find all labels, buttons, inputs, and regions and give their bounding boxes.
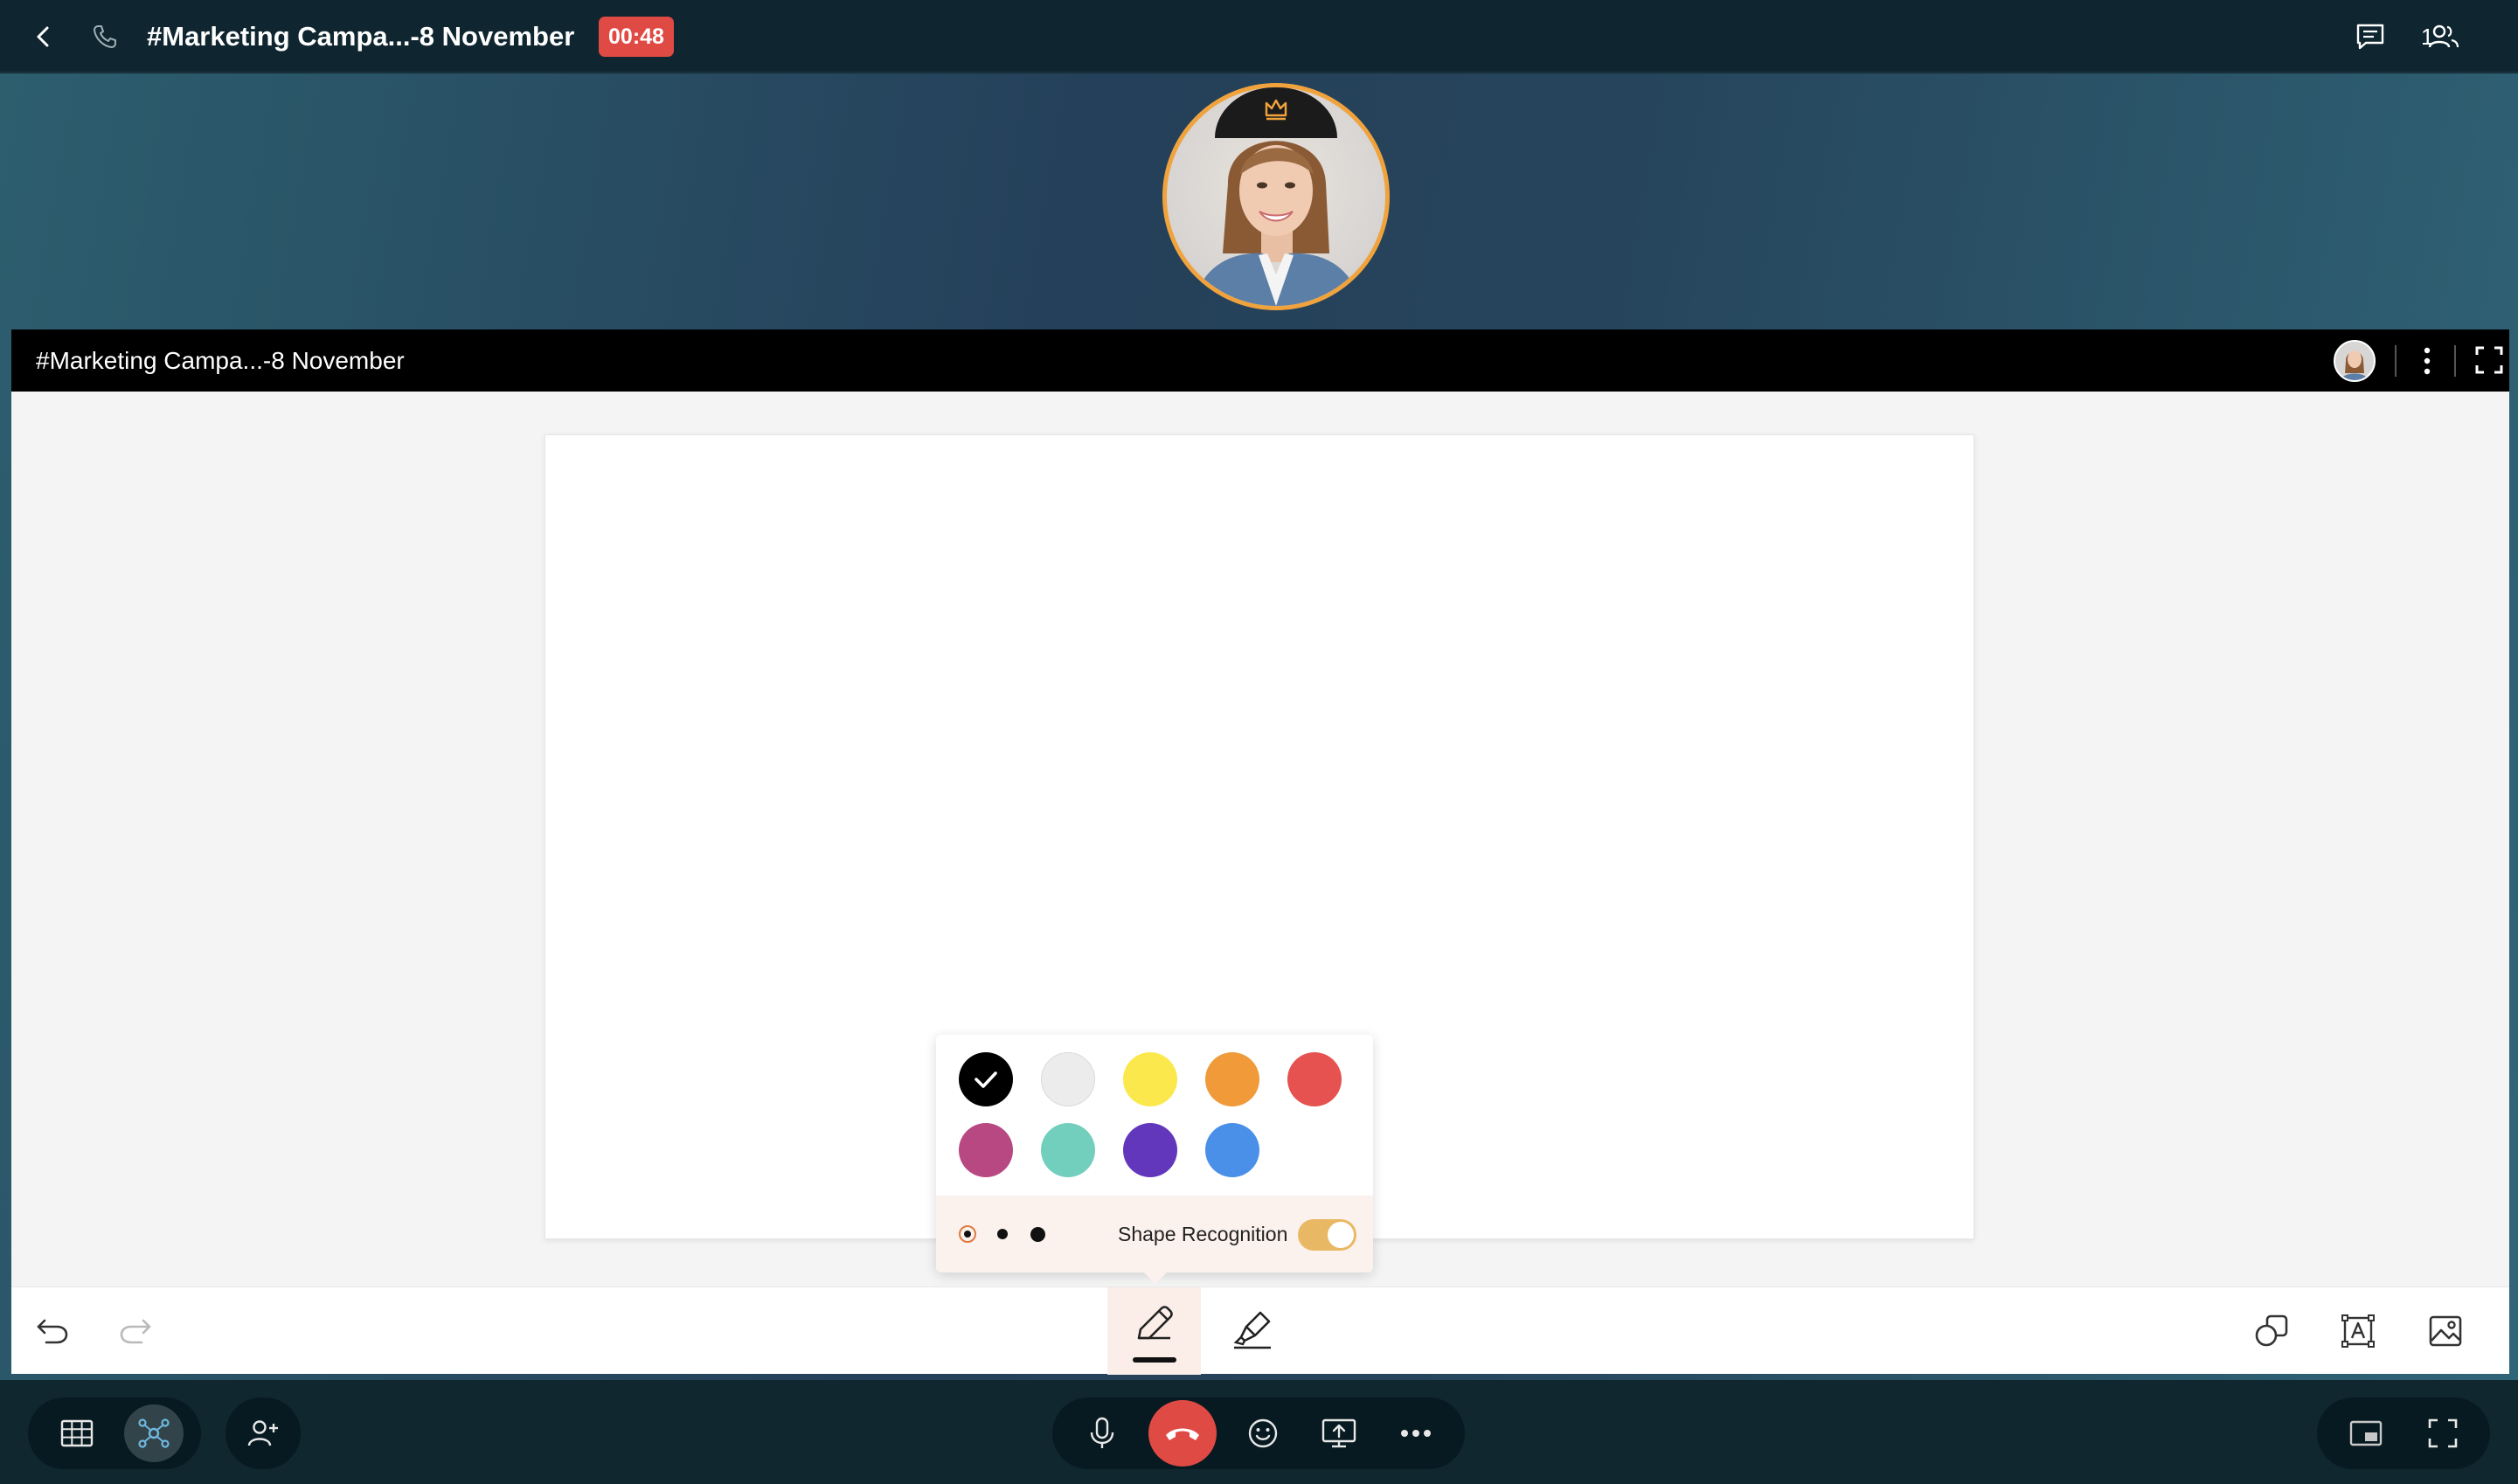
pen-icon	[1130, 1303, 1177, 1347]
popover-pointer	[1143, 1272, 1168, 1284]
color-swatch-yellow[interactable]	[1123, 1052, 1177, 1106]
highlighter-icon[interactable]	[1224, 1303, 1280, 1356]
checkmark-icon	[975, 1071, 997, 1088]
redo-icon[interactable]	[109, 1305, 162, 1357]
more-vertical-icon[interactable]	[2417, 343, 2438, 378]
grid-view-icon[interactable]	[51, 1407, 103, 1460]
view-switcher	[28, 1397, 201, 1469]
back-arrow-icon[interactable]	[23, 16, 65, 58]
toggle-knob	[1328, 1222, 1354, 1248]
microphone-icon[interactable]	[1076, 1407, 1128, 1460]
shape-recognition-label: Shape Recognition	[1118, 1223, 1288, 1245]
add-participant-icon	[237, 1407, 289, 1460]
pen-tool-button[interactable]	[1107, 1287, 1201, 1375]
call-header: #Marketing Campa...-8 November 00:48 1	[0, 0, 2518, 73]
fullscreen-icon[interactable]	[2417, 1407, 2469, 1460]
text-box-icon[interactable]	[2332, 1305, 2384, 1357]
pen-options-popover: Shape Recognition	[936, 1035, 1373, 1272]
participant-avatar[interactable]	[2334, 340, 2376, 382]
call-controls	[1052, 1397, 1465, 1469]
participant-count: 1	[2421, 24, 2434, 50]
color-swatch-light-gray[interactable]	[1041, 1052, 1095, 1106]
active-tool-indicator	[1133, 1357, 1176, 1363]
header-divider	[2395, 345, 2397, 377]
window-controls	[2317, 1397, 2490, 1469]
more-horizontal-icon[interactable]	[1390, 1407, 1442, 1460]
chat-icon[interactable]	[2349, 16, 2391, 58]
phone-icon[interactable]	[84, 16, 126, 58]
whiteboard-toolbar	[11, 1286, 2509, 1375]
add-participant-button[interactable]	[225, 1397, 301, 1469]
pen-options-footer: Shape Recognition	[936, 1196, 1373, 1272]
call-control-bar	[0, 1380, 2518, 1484]
whiteboard-title: #Marketing Campa...-8 November	[36, 347, 405, 374]
call-timer-badge: 00:48	[599, 17, 674, 57]
color-swatch-blue[interactable]	[1205, 1123, 1259, 1177]
stroke-size-small[interactable]	[959, 1225, 976, 1243]
whiteboard-view-button[interactable]	[124, 1404, 184, 1462]
end-call-button[interactable]	[1148, 1400, 1217, 1467]
whiteboard-view-icon	[136, 1417, 171, 1450]
color-swatch-red[interactable]	[1287, 1052, 1342, 1106]
shape-recognition-toggle[interactable]	[1298, 1219, 1356, 1251]
color-swatch-purple[interactable]	[1123, 1123, 1177, 1177]
shapes-icon[interactable]	[2246, 1305, 2299, 1357]
color-swatch-orange[interactable]	[1205, 1052, 1259, 1106]
image-icon[interactable]	[2419, 1305, 2472, 1357]
color-swatch-black[interactable]	[959, 1052, 1013, 1106]
call-title: #Marketing Campa...-8 November	[147, 21, 575, 52]
fullscreen-icon[interactable]	[2474, 345, 2506, 377]
emoji-icon[interactable]	[1237, 1407, 1289, 1460]
crown-icon	[1264, 98, 1288, 121]
color-swatch-magenta[interactable]	[959, 1123, 1013, 1177]
header-divider	[2454, 345, 2456, 377]
undo-icon[interactable]	[26, 1305, 79, 1357]
stroke-size-large[interactable]	[1029, 1225, 1046, 1243]
end-call-icon	[1163, 1423, 1202, 1444]
whiteboard-header: #Marketing Campa...-8 November	[11, 329, 2509, 392]
stroke-size-medium[interactable]	[994, 1225, 1011, 1243]
color-swatch-teal[interactable]	[1041, 1123, 1095, 1177]
picture-in-picture-icon[interactable]	[2340, 1407, 2392, 1460]
screen-share-icon[interactable]	[1313, 1407, 1365, 1460]
